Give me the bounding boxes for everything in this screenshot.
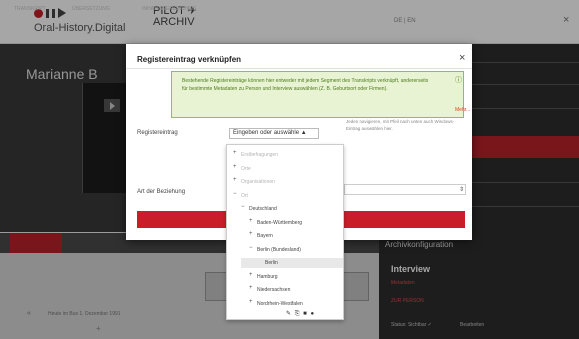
- tree-option[interactable]: Hamburg: [257, 273, 278, 281]
- divider: [126, 68, 472, 69]
- relation-type-select[interactable]: [344, 184, 466, 195]
- expand-icon[interactable]: +: [249, 218, 253, 224]
- register-entry-select[interactable]: Eingeben oder auswähle ▲: [229, 128, 319, 139]
- expand-icon[interactable]: +: [249, 272, 253, 278]
- select-arrows-icon[interactable]: ⇕: [459, 186, 464, 193]
- info-text: Bestehende Registereinträge können hier …: [182, 78, 429, 92]
- tree-option[interactable]: Deutschland: [249, 205, 277, 213]
- relation-type-label: Art der Beziehung: [137, 189, 186, 195]
- collapse-icon[interactable]: −: [233, 191, 237, 197]
- tree-option[interactable]: Berlin: [265, 259, 278, 267]
- tree-option[interactable]: Ort: [241, 192, 248, 200]
- tree-option[interactable]: Organisationen: [241, 178, 275, 186]
- highlighted-option: [241, 258, 343, 268]
- hint-text: Jeden navigieren, mit Pfeil nach unten a…: [346, 119, 455, 131]
- expand-icon[interactable]: +: [249, 285, 253, 291]
- tree-option[interactable]: Orte: [241, 165, 251, 173]
- more-link[interactable]: Mehr...: [455, 107, 470, 113]
- tree-option[interactable]: Berlin (Bundesland): [257, 246, 301, 254]
- segment-action-icons[interactable]: ✎ ⎘ ■ ●: [286, 310, 315, 318]
- expand-icon[interactable]: +: [233, 150, 237, 156]
- tree-option[interactable]: Nordrhein-Westfalen: [257, 300, 303, 308]
- info-icon[interactable]: ⓘ: [455, 75, 462, 85]
- info-notice: Bestehende Registereinträge können hier …: [171, 71, 470, 118]
- expand-icon[interactable]: +: [233, 164, 237, 170]
- expand-icon[interactable]: +: [233, 177, 237, 183]
- tree-option[interactable]: Baden-Württemberg: [257, 219, 302, 227]
- tree-option[interactable]: Bayern: [257, 232, 273, 240]
- tree-option[interactable]: Erstbefragungen: [241, 151, 278, 159]
- dialog-title: Registereintrag verknüpfen: [137, 55, 242, 64]
- register-entry-label: Registereintrag: [137, 130, 178, 136]
- collapse-icon[interactable]: −: [241, 204, 245, 210]
- close-icon[interactable]: ×: [459, 52, 465, 64]
- tree-option[interactable]: Niedersachsen: [257, 286, 290, 294]
- collapse-icon[interactable]: −: [249, 245, 253, 251]
- expand-icon[interactable]: +: [249, 299, 253, 305]
- register-tree-dropdown: + Erstbefragungen + Orte + Organisationen − Ort…: [226, 144, 344, 320]
- expand-icon[interactable]: +: [249, 231, 253, 237]
